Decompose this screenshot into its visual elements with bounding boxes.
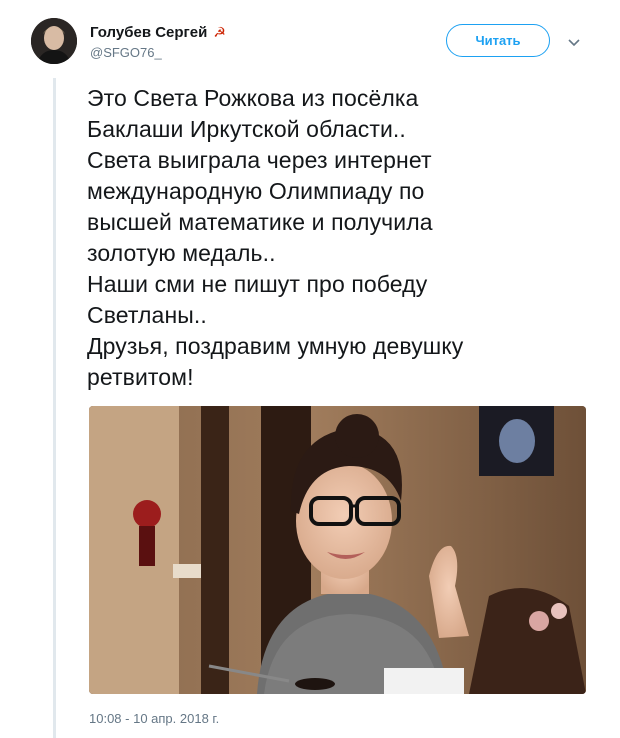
tweet-line: высшей математике и получила (87, 209, 433, 235)
tweet-line: ретвитом! (87, 364, 194, 390)
tweet-line: Это Света Рожкова из посёлка (87, 85, 419, 111)
hammer-sickle-icon: ☭ (213, 24, 226, 40)
tweet-line: международную Олимпиаду по (87, 178, 425, 204)
chevron-down-icon[interactable] (566, 35, 582, 51)
thread-line (53, 78, 56, 738)
tweet-timestamp[interactable]: 10:08 - 10 апр. 2018 г. (89, 711, 219, 726)
tweet-header: Голубев Сергей ☭ @SFGO76_ Читать (0, 0, 620, 80)
tweet-photo[interactable] (89, 406, 586, 694)
author-handle[interactable]: @SFGO76_ (90, 45, 162, 60)
tweet-text: Это Света Рожкова из посёлка Баклаши Ирк… (87, 83, 587, 393)
tweet-line: золотую медаль.. (87, 240, 276, 266)
tweet-line: Друзья, поздравим умную девушку (87, 333, 464, 359)
tweet-line: Наши сми не пишут про победу (87, 271, 428, 297)
author-name-text[interactable]: Голубев Сергей (90, 24, 207, 41)
tweet-line: Баклаши Иркутской области.. (87, 116, 406, 142)
follow-button[interactable]: Читать (446, 24, 550, 57)
author-name[interactable]: Голубев Сергей ☭ (90, 24, 226, 41)
avatar[interactable] (31, 18, 77, 64)
tweet-line: Света выиграла через интернет (87, 147, 432, 173)
tweet-line: Светланы.. (87, 302, 207, 328)
